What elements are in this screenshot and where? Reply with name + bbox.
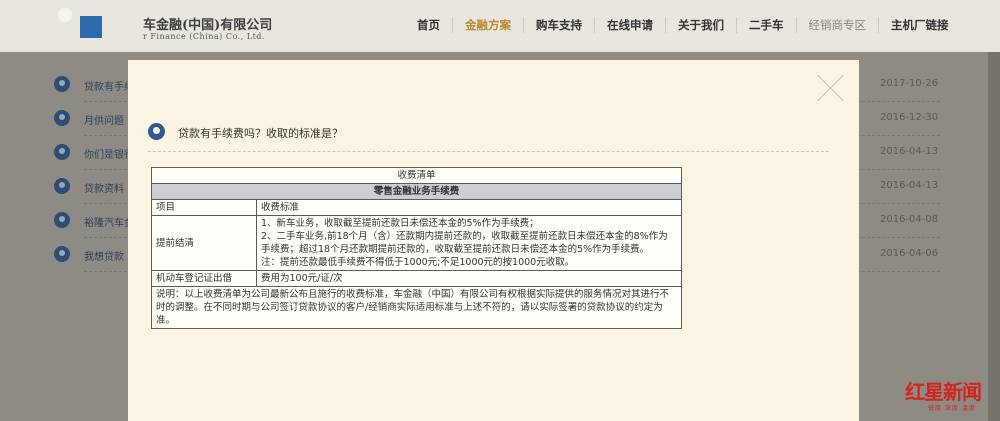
list-item-date: 2017-10-26 <box>880 78 939 89</box>
table-row: 机动车登记证出借 费用为100元/证/次 <box>151 270 682 287</box>
location-pin-icon <box>54 212 70 228</box>
nav-dealer-zone[interactable]: 经销商专区 <box>797 17 879 33</box>
fee-table: 收费清单 零售金融业务手续费 项目 收费标准 提前结清 1、新车业务，收取截至提… <box>151 167 682 329</box>
list-item-title: 月供问题 <box>84 116 124 127</box>
nav-home[interactable]: 首页 <box>405 17 453 33</box>
fee-table-caption: 收费清单 <box>151 167 682 184</box>
nav-used-car[interactable]: 二手车 <box>737 17 797 33</box>
standard-line: 2、二手车业务,前18个月（含）还款期内提前还款的，收取截至提前还款日未偿还本金… <box>261 231 668 255</box>
column-header-item: 项目 <box>151 199 257 216</box>
list-item-date: 2016-12-30 <box>880 112 939 123</box>
list-item-date: 2016-04-06 <box>880 248 939 259</box>
standard-line: 1、新车业务，收取截至提前还款日未偿还本金的5%作为手续费； <box>261 218 539 229</box>
nav-purchase-support[interactable]: 购车支持 <box>524 17 595 33</box>
question-title: 贷款有手续费吗？收取的标准是？ <box>178 127 343 140</box>
news-watermark-tagline: 锐度 深度 温度 <box>928 405 976 412</box>
location-pin-icon <box>54 110 70 126</box>
column-header-standard: 收费标准 <box>256 199 682 216</box>
brand-english-name: r Finance (China) Co., Ltd. <box>143 32 265 41</box>
nav-finance-plans[interactable]: 金融方案 <box>453 17 524 33</box>
list-item-title: 我想贷款 <box>84 252 124 263</box>
site-header: 车金融(中国)有限公司 r Finance (China) Co., Ltd. … <box>0 0 1000 52</box>
list-item-title: 你们是银行 <box>84 150 134 161</box>
nav-about-us[interactable]: 关于我们 <box>666 17 737 33</box>
location-pin-icon <box>54 144 70 160</box>
table-row: 提前结清 1、新车业务，收取截至提前还款日未偿还本金的5%作为手续费； 2、二手… <box>151 215 682 271</box>
main-nav: 首页 金融方案 购车支持 在线申请 关于我们 二手车 经销商专区 主机厂链接 <box>405 17 961 33</box>
row-item-label: 机动车登记证出借 <box>151 270 257 287</box>
list-item-date: 2016-04-13 <box>880 146 939 157</box>
row-item-label: 提前结清 <box>151 215 257 271</box>
list-item-date: 2016-04-13 <box>880 180 939 191</box>
fee-table-note: 说明：以上收费清单为公司最新公布且施行的收费标准，车金融（中国）有限公司有权根据… <box>151 286 682 329</box>
nav-oem-links[interactable]: 主机厂链接 <box>879 17 961 33</box>
row-standard-cell: 费用为100元/证/次 <box>256 270 682 287</box>
faq-answer-modal: 贷款有手续费吗？收取的标准是？ 收费清单 零售金融业务手续费 项目 收费标准 提… <box>128 60 859 421</box>
page-scrollbar[interactable] <box>988 52 1000 421</box>
question-divider <box>148 151 829 152</box>
standard-line: 费用为100元/证/次 <box>261 273 343 284</box>
logo-mark <box>58 8 72 22</box>
location-pin-icon <box>148 123 165 140</box>
row-standard-cell: 1、新车业务，收取截至提前还款日未偿还本金的5%作为手续费； 2、二手车业务,前… <box>256 215 682 271</box>
nav-online-apply[interactable]: 在线申请 <box>595 17 666 33</box>
location-pin-icon <box>54 246 70 262</box>
list-item-title: 裕隆汽车金 <box>84 218 134 229</box>
list-item-title: 贷款有手续 <box>84 82 134 93</box>
standard-line: 注：提前还款最低手续费不得低于1000元;不足1000元的按1000元收取。 <box>261 257 575 268</box>
table-note-row: 说明：以上收费清单为公司最新公布且施行的收费标准，车金融（中国）有限公司有权根据… <box>151 286 682 329</box>
table-header-row: 项目 收费标准 <box>151 199 682 216</box>
close-icon[interactable] <box>817 74 845 102</box>
list-item-date: 2016-04-08 <box>880 214 939 225</box>
location-pin-icon <box>54 76 70 92</box>
location-pin-icon <box>54 178 70 194</box>
brand-name: 车金融(中国)有限公司 <box>143 18 273 33</box>
news-watermark-logo: 红星新闻 <box>905 380 982 404</box>
list-item-title: 贷款资料 <box>84 184 124 195</box>
fee-table-subcaption: 零售金融业务手续费 <box>151 183 682 200</box>
logo-icon[interactable] <box>80 16 102 38</box>
